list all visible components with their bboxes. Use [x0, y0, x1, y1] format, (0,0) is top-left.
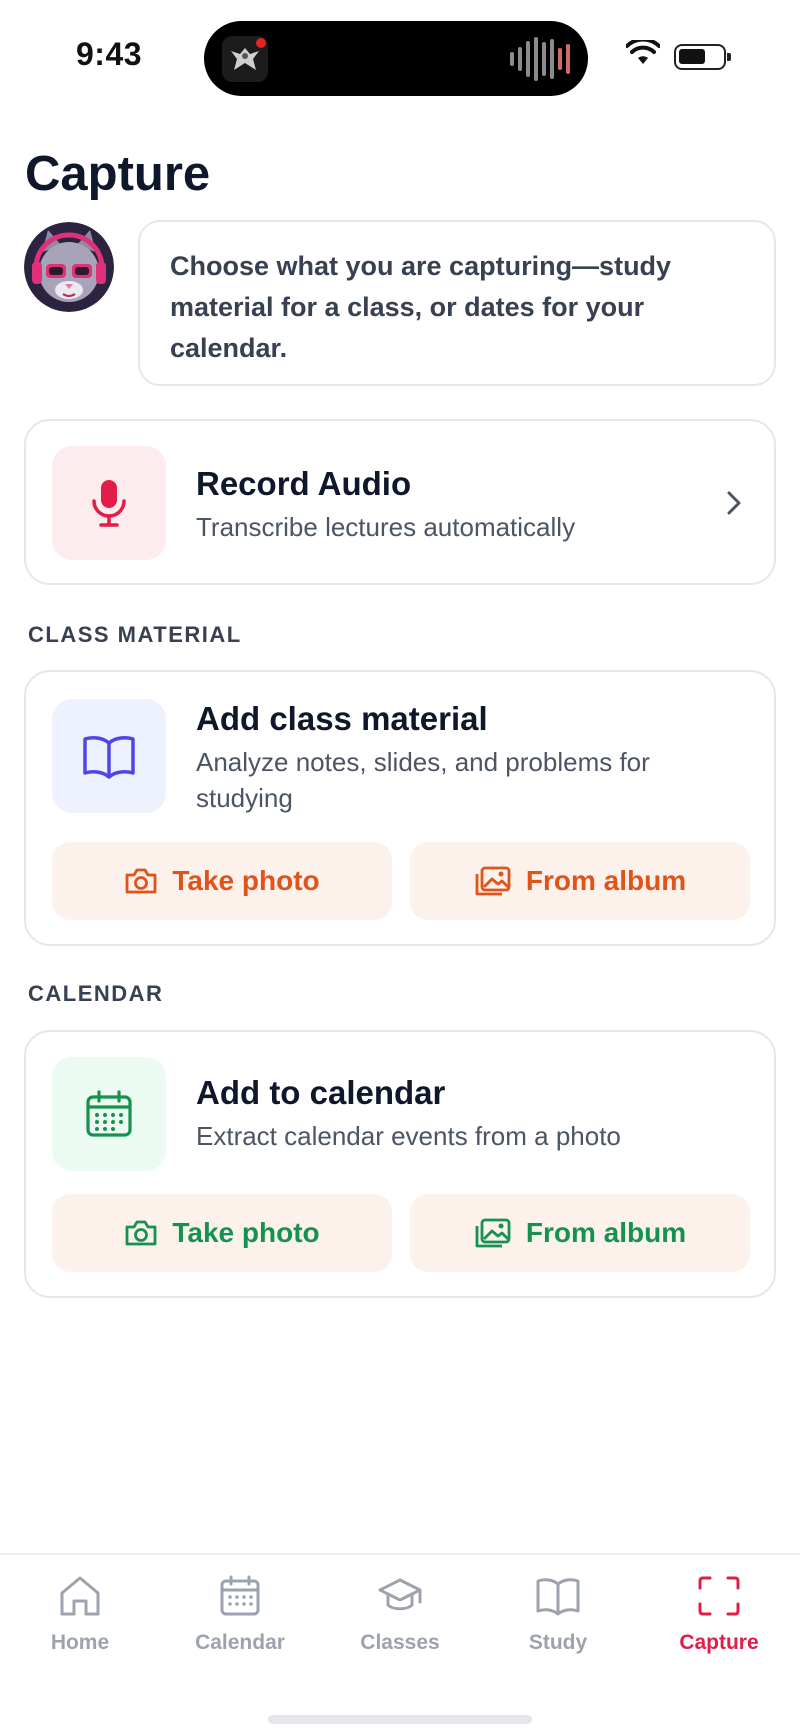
book-open-icon	[83, 736, 135, 779]
audio-waveform-icon	[510, 37, 570, 81]
tab-classes[interactable]: Classes	[330, 1575, 470, 1655]
class-material-icon-tile	[52, 699, 166, 813]
calendar-icon-tile	[52, 1057, 166, 1171]
take-photo-label: Take photo	[172, 1217, 320, 1248]
from-album-label: From album	[525, 865, 687, 896]
chevron-right-icon	[724, 489, 744, 522]
image-gallery-icon	[475, 866, 511, 896]
camera-icon	[125, 868, 157, 894]
calendar-card: Add to calendar Extract calendar events …	[24, 1030, 776, 1298]
image-gallery-icon	[475, 1218, 511, 1248]
wifi-icon	[625, 37, 661, 71]
tab-capture[interactable]: Capture	[649, 1575, 789, 1655]
calendar-take-photo-button[interactable]: Take photo	[52, 1194, 392, 1272]
section-label-calendar: CALENDAR	[28, 981, 164, 1006]
scan-icon	[698, 1576, 740, 1616]
assistant-message-text: Choose what you are capturing—study mate…	[170, 251, 672, 363]
home-indicator	[268, 1715, 532, 1724]
status-bar: 9:43	[0, 0, 800, 110]
record-audio-title: Record Audio	[196, 465, 412, 502]
battery-icon	[674, 44, 731, 70]
dynamic-island	[204, 21, 588, 96]
class-material-title: Add class material	[196, 700, 488, 737]
class-material-subtitle: Analyze notes, slides, and problems for …	[196, 747, 650, 813]
tab-home-label: Home	[50, 1631, 110, 1654]
microphone-icon	[92, 480, 126, 527]
tab-bar: Home Calendar Classes Study Capture	[0, 1553, 800, 1731]
camera-icon	[125, 1220, 157, 1246]
section-label-class-material: CLASS MATERIAL	[28, 622, 242, 647]
tab-study[interactable]: Study	[488, 1575, 628, 1655]
tab-calendar[interactable]: Calendar	[170, 1575, 310, 1655]
record-audio-card[interactable]: Record Audio Transcribe lectures automat…	[24, 419, 776, 585]
assistant-message-bubble: Choose what you are capturing—study mate…	[138, 220, 776, 386]
page-title: Capture	[25, 147, 211, 201]
recording-app-icon	[222, 36, 268, 82]
record-audio-subtitle: Transcribe lectures automatically	[196, 512, 576, 542]
tab-calendar-label: Calendar	[195, 1631, 285, 1654]
calendar-subtitle: Extract calendar events from a photo	[196, 1121, 621, 1151]
tab-classes-label: Classes	[360, 1631, 440, 1654]
tab-study-label: Study	[528, 1631, 588, 1654]
class-material-take-photo-button[interactable]: Take photo	[52, 842, 392, 920]
mascot-avatar	[24, 222, 114, 312]
record-audio-icon-tile	[52, 446, 166, 560]
class-material-from-album-button[interactable]: From album	[410, 842, 750, 920]
calendar-from-album-button[interactable]: From album	[410, 1194, 750, 1272]
calendar-title: Add to calendar	[196, 1074, 446, 1111]
tab-home[interactable]: Home	[10, 1575, 150, 1655]
book-open-icon	[536, 1578, 580, 1616]
calendar-icon	[220, 1575, 260, 1616]
class-material-card: Add class material Analyze notes, slides…	[24, 670, 776, 946]
status-time: 9:43	[76, 36, 143, 72]
from-album-label: From album	[525, 1217, 687, 1248]
graduation-cap-icon	[378, 1578, 422, 1611]
home-icon	[60, 1576, 100, 1616]
tab-capture-label: Capture	[679, 1631, 759, 1654]
calendar-icon	[86, 1090, 132, 1137]
take-photo-label: Take photo	[172, 865, 320, 896]
